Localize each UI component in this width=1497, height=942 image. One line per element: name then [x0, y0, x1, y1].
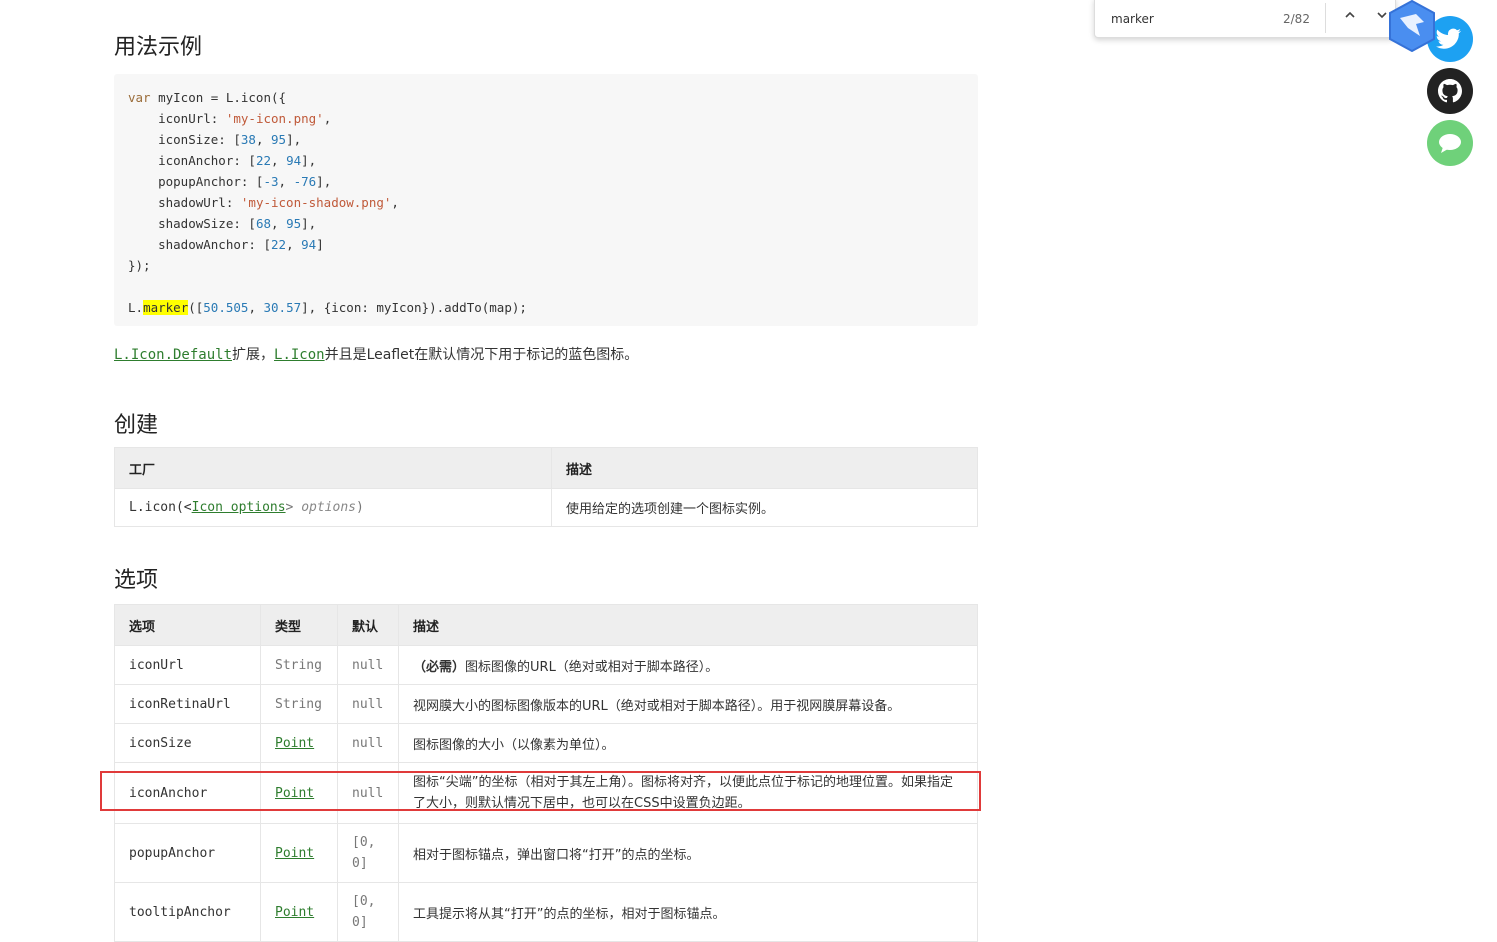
header-default: 默认	[337, 604, 399, 646]
link-icon-default[interactable]: L.Icon.Default	[114, 347, 232, 363]
table-row: iconRetinaUrl String null 视网膜大小的图标图像版本的U…	[114, 684, 978, 724]
desc-text-1: 扩展，	[232, 347, 275, 363]
option-desc: （必需）图标图像的URL（绝对或相对于脚本路径）。	[398, 645, 978, 685]
link-icon-options[interactable]: Icon options	[192, 500, 286, 515]
option-desc: 视网膜大小的图标图像版本的URL（绝对或相对于脚本路径）。用于视网膜屏幕设备。	[398, 684, 978, 724]
header-type: 类型	[260, 604, 338, 646]
option-name: iconUrl	[114, 645, 261, 685]
find-bar: marker 2/82	[1094, 0, 1396, 38]
annotation-red-box	[100, 771, 981, 811]
option-desc: 工具提示将从其“打开”的点的坐标，相对于图标锚点。	[398, 882, 978, 942]
option-desc: 相对于图标锚点，弹出窗口将“打开”的点的坐标。	[398, 823, 978, 883]
chat-icon[interactable]	[1427, 120, 1473, 166]
link-point[interactable]: Point	[275, 846, 314, 861]
link-point[interactable]: Point	[275, 736, 314, 751]
header-description: 描述	[551, 447, 978, 489]
find-query[interactable]: marker	[1111, 12, 1154, 26]
link-point[interactable]: Point	[275, 905, 314, 920]
option-default: [0, 0]	[337, 823, 399, 883]
code-block: var myIcon = L.icon({ iconUrl: 'my-icon.…	[114, 74, 978, 326]
header-option: 选项	[114, 604, 261, 646]
option-type: Point	[260, 823, 338, 883]
header-desc: 描述	[398, 604, 978, 646]
section-title-usage: 用法示例	[114, 35, 203, 60]
option-type: String	[260, 645, 338, 685]
factory-signature: L.icon(<Icon options> options)	[114, 488, 552, 527]
find-divider	[1325, 3, 1326, 33]
table-row: iconUrl String null （必需）图标图像的URL（绝对或相对于脚…	[114, 645, 978, 685]
link-icon[interactable]: L.Icon	[274, 347, 325, 363]
factory-table: 工厂 描述 L.icon(<Icon options> options) 使用给…	[114, 447, 978, 527]
factory-description: 使用给定的选项创建一个图标实例。	[551, 488, 978, 527]
find-count: 2/82	[1283, 12, 1310, 26]
option-default: null	[337, 645, 399, 685]
table-row: tooltipAnchor Point [0, 0] 工具提示将从其“打开”的点…	[114, 882, 978, 942]
github-icon[interactable]	[1427, 68, 1473, 114]
option-desc: 图标图像的大小（以像素为单位）。	[398, 723, 978, 763]
desc-text-2: 并且是Leaflet在默认情况下用于标记的蓝色图标。	[324, 347, 639, 363]
option-name: iconSize	[114, 723, 261, 763]
icon-default-description: L.Icon.Default扩展，L.Icon并且是Leaflet在默认情况下用…	[114, 344, 638, 364]
option-default: [0, 0]	[337, 882, 399, 942]
chevron-up-icon[interactable]	[1338, 5, 1362, 29]
option-type: Point	[260, 882, 338, 942]
search-highlight: marker	[143, 300, 189, 315]
option-type: Point	[260, 723, 338, 763]
option-name: popupAnchor	[114, 823, 261, 883]
bird-app-icon[interactable]	[1386, 0, 1438, 53]
section-title-create: 创建	[114, 413, 159, 438]
section-title-options: 选项	[114, 568, 159, 593]
option-default: null	[337, 684, 399, 724]
option-name: iconRetinaUrl	[114, 684, 261, 724]
table-row: popupAnchor Point [0, 0] 相对于图标锚点，弹出窗口将“打…	[114, 823, 978, 883]
table-row: iconSize Point null 图标图像的大小（以像素为单位）。	[114, 723, 978, 763]
option-default: null	[337, 723, 399, 763]
option-type: String	[260, 684, 338, 724]
option-name: tooltipAnchor	[114, 882, 261, 942]
code-text: var myIcon = L.icon({ iconUrl: 'my-icon.…	[128, 90, 527, 315]
header-factory: 工厂	[114, 447, 552, 489]
